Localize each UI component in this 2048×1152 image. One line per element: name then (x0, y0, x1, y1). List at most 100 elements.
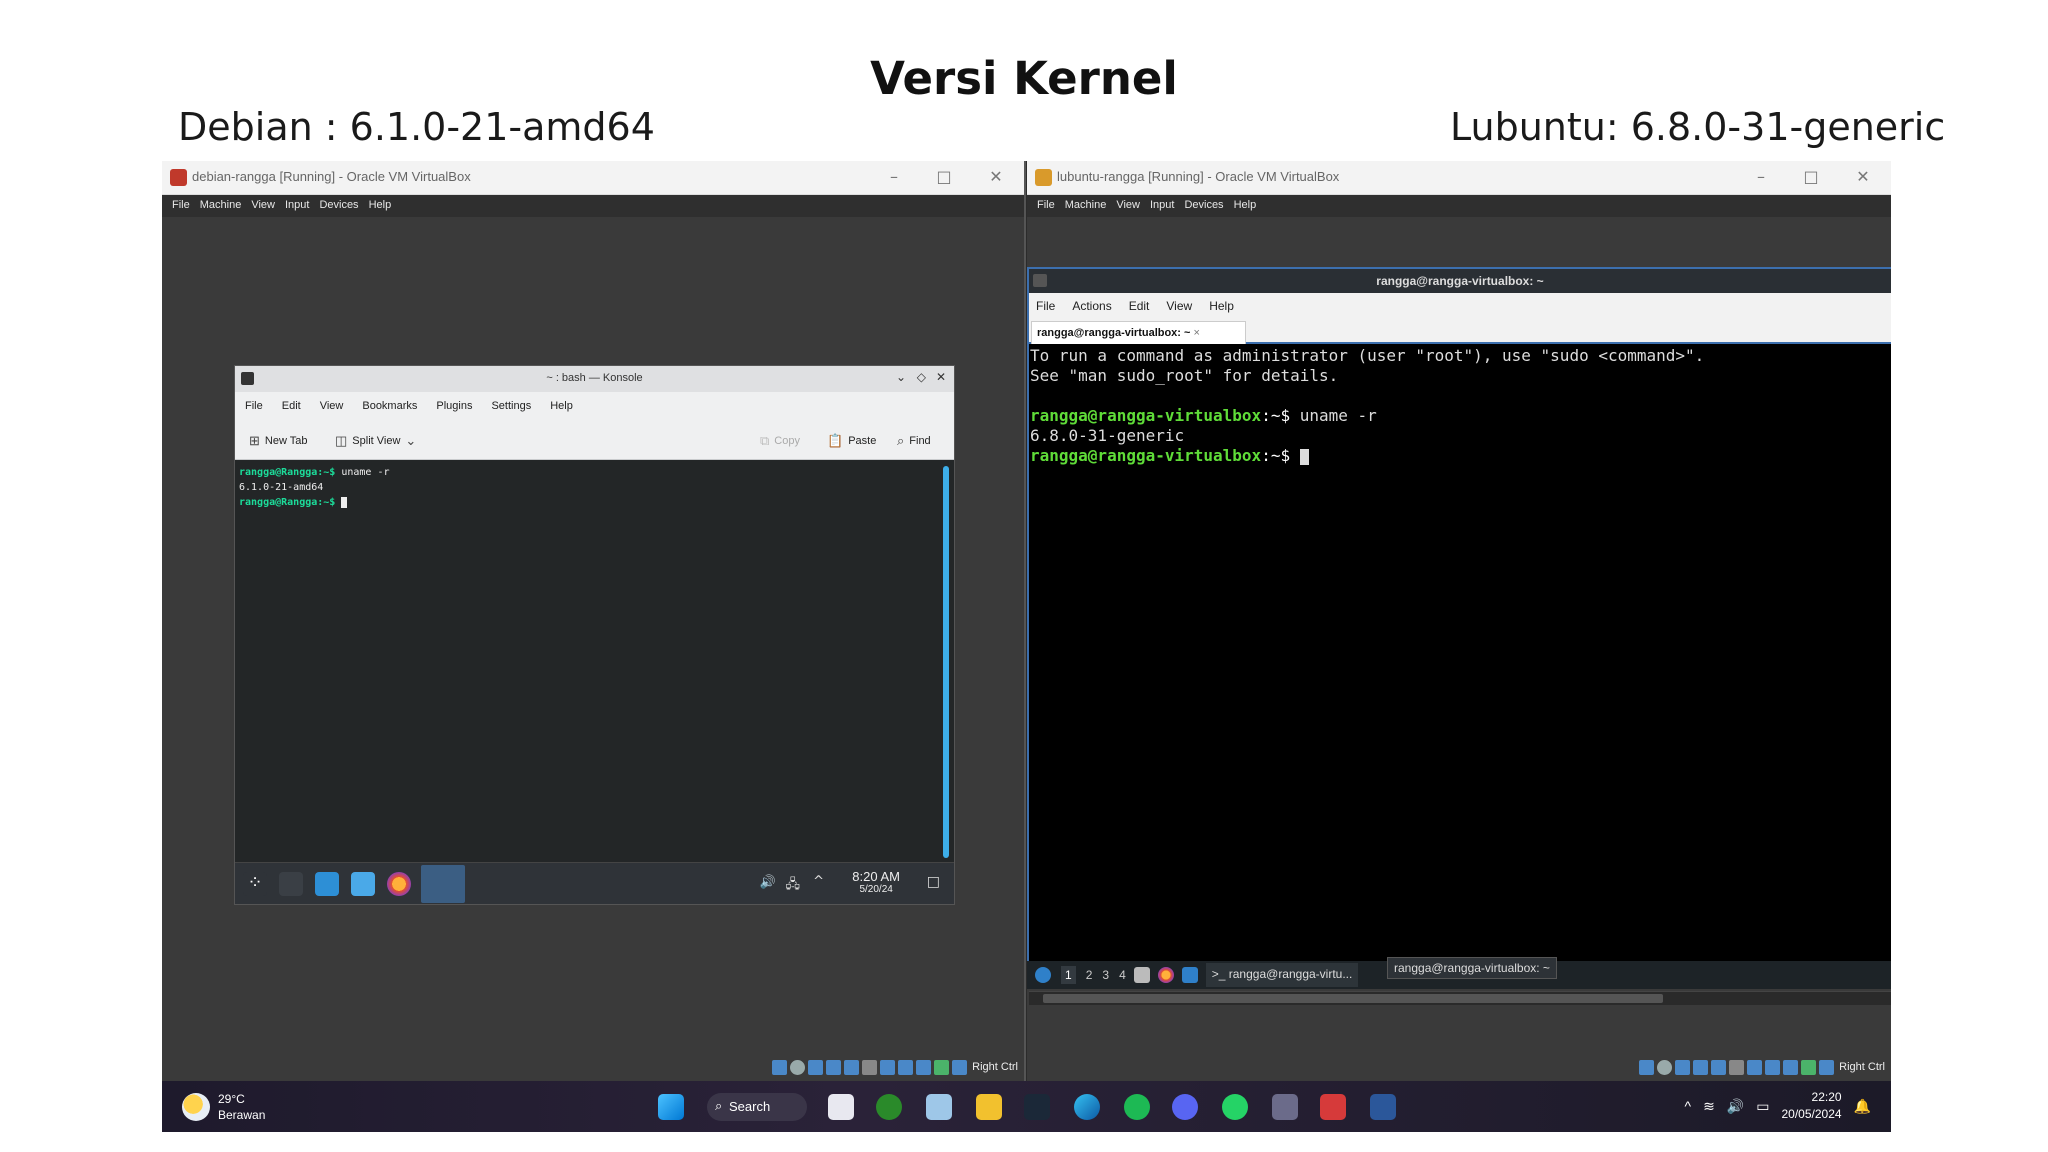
usb-icon[interactable] (844, 1059, 860, 1075)
wifi-icon[interactable]: ≋ (1703, 1098, 1715, 1115)
desktop-switch-4[interactable]: 4 (1119, 968, 1126, 982)
volume-icon[interactable]: 🔊 (760, 875, 776, 890)
panel-clock[interactable]: 8:20 AM 5/20/24 (852, 869, 900, 895)
display-icon[interactable] (1747, 1059, 1763, 1075)
usb-icon[interactable] (1711, 1059, 1727, 1075)
menu-input[interactable]: Input (1150, 195, 1184, 217)
show-desktop-icon[interactable] (1181, 967, 1198, 983)
menu-machine[interactable]: Machine (1065, 195, 1117, 217)
discord-icon[interactable] (1172, 1094, 1198, 1120)
optical-drive-icon[interactable] (1657, 1059, 1673, 1075)
split-view-button[interactable]: ◫ Split View ⌄ (335, 433, 416, 449)
shared-folder-icon[interactable] (862, 1059, 878, 1075)
menu-help[interactable]: Help (550, 400, 573, 412)
audio-icon[interactable] (1675, 1059, 1691, 1075)
mouse-integration-icon[interactable] (1801, 1059, 1817, 1075)
taskbar-clock[interactable]: 22:20 20/05/2024 (1782, 1089, 1842, 1123)
photos-icon[interactable] (926, 1094, 952, 1120)
recording-icon[interactable] (1765, 1059, 1781, 1075)
show-desktop-icon[interactable]: □ (927, 874, 940, 890)
cpu-icon[interactable] (916, 1059, 932, 1075)
chevron-down-icon[interactable]: ⌄ (896, 370, 906, 384)
menu-view[interactable]: View (320, 400, 344, 412)
discover-store-icon[interactable] (315, 872, 339, 896)
diamond-icon[interactable]: ◇ (917, 370, 926, 384)
menu-help[interactable]: Help (1234, 195, 1267, 217)
steam-icon[interactable] (1024, 1094, 1050, 1120)
harddisk-icon[interactable] (1639, 1059, 1655, 1075)
qterminal-terminal[interactable]: To run a command as administrator (user … (1029, 344, 1891, 468)
network-icon[interactable]: 🖧 (786, 875, 801, 897)
audio-icon[interactable] (808, 1059, 824, 1075)
menu-input[interactable]: Input (285, 195, 319, 217)
vertical-scrollbar[interactable] (943, 466, 949, 858)
menu-plugins[interactable]: Plugins (436, 400, 472, 412)
menu-actions[interactable]: Actions (1072, 299, 1111, 313)
virtualbox-icon[interactable] (1272, 1094, 1298, 1120)
close-tab-icon[interactable]: × (1194, 327, 1200, 339)
menu-view[interactable]: View (251, 195, 285, 217)
konsole-task-icon[interactable] (421, 865, 465, 903)
close-icon[interactable]: ✕ (1853, 167, 1873, 186)
network-icon[interactable] (826, 1059, 842, 1075)
host-key-icon[interactable] (1819, 1059, 1835, 1075)
recording-icon[interactable] (898, 1059, 914, 1075)
find-button[interactable]: ⌕ Find (897, 433, 931, 449)
menu-machine[interactable]: Machine (200, 195, 252, 217)
spotify-icon[interactable] (1124, 1094, 1150, 1120)
display-icon[interactable] (880, 1059, 896, 1075)
desktop-switch-2[interactable]: 2 (1086, 968, 1093, 982)
menu-file[interactable]: File (1036, 299, 1055, 313)
chevron-up-icon[interactable]: ^ (1685, 1098, 1692, 1114)
app-red-icon[interactable] (1320, 1094, 1346, 1120)
maximize-icon[interactable]: □ (934, 167, 954, 186)
scrollbar-thumb[interactable] (1043, 994, 1663, 1003)
paste-button[interactable]: 📋 Paste (827, 433, 876, 449)
menu-edit[interactable]: Edit (282, 400, 301, 412)
file-manager-icon[interactable] (351, 872, 375, 896)
konsole-terminal[interactable]: rangga@Rangga:~$ uname -r 6.1.0-21-amd64… (235, 461, 954, 862)
menu-file[interactable]: File (172, 195, 200, 217)
menu-view[interactable]: View (1166, 299, 1192, 313)
weather-widget[interactable]: 29°C Berawan (182, 1091, 265, 1123)
harddisk-icon[interactable] (772, 1059, 788, 1075)
file-explorer-icon[interactable] (976, 1094, 1002, 1120)
notification-bell-icon[interactable]: 🔔 (1854, 1098, 1871, 1115)
app-launcher-icon[interactable]: ⁘ (243, 872, 267, 896)
desktop-switch-3[interactable]: 3 (1102, 968, 1109, 982)
host-key-icon[interactable] (952, 1059, 968, 1075)
edge-icon[interactable] (1074, 1094, 1100, 1120)
menu-bookmarks[interactable]: Bookmarks (362, 400, 417, 412)
chevron-up-icon[interactable]: ^ (813, 874, 824, 889)
menu-file[interactable]: File (245, 400, 263, 412)
volume-icon[interactable]: 🔊 (1727, 1098, 1744, 1115)
menu-help[interactable]: Help (1209, 299, 1234, 313)
maximize-icon[interactable]: □ (1801, 167, 1821, 186)
menu-help[interactable]: Help (369, 195, 402, 217)
microsoft-store-icon[interactable] (828, 1094, 854, 1120)
menu-settings[interactable]: Settings (491, 400, 531, 412)
optical-drive-icon[interactable] (790, 1059, 806, 1075)
menu-devices[interactable]: Devices (319, 195, 368, 217)
menu-file[interactable]: File (1037, 195, 1065, 217)
windows-start-icon[interactable] (658, 1094, 684, 1120)
battery-icon[interactable]: ▭ (1756, 1098, 1769, 1115)
minimize-icon[interactable]: – (1751, 167, 1771, 186)
network-icon[interactable] (1693, 1059, 1709, 1075)
menu-edit[interactable]: Edit (1129, 299, 1150, 313)
horizontal-scrollbar[interactable] (1029, 991, 1891, 1005)
firefox-icon[interactable] (387, 872, 411, 896)
desktop-switch-1[interactable]: 1 (1061, 966, 1076, 984)
taskbar-terminal-item[interactable]: >_ rangga@rangga-virtu... (1205, 963, 1359, 987)
terminal-tab[interactable]: rangga@rangga-virtualbox: ~ × (1031, 321, 1246, 344)
whatsapp-icon[interactable] (1222, 1094, 1248, 1120)
menu-view[interactable]: View (1116, 195, 1150, 217)
word-icon[interactable] (1370, 1094, 1396, 1120)
minimize-icon[interactable]: – (884, 167, 904, 186)
system-settings-icon[interactable] (279, 872, 303, 896)
cpu-icon[interactable] (1783, 1059, 1799, 1075)
lubuntu-menu-icon[interactable] (1035, 967, 1051, 983)
firefox-icon[interactable] (1157, 967, 1174, 983)
shared-folder-icon[interactable] (1729, 1059, 1745, 1075)
mouse-integration-icon[interactable] (934, 1059, 950, 1075)
